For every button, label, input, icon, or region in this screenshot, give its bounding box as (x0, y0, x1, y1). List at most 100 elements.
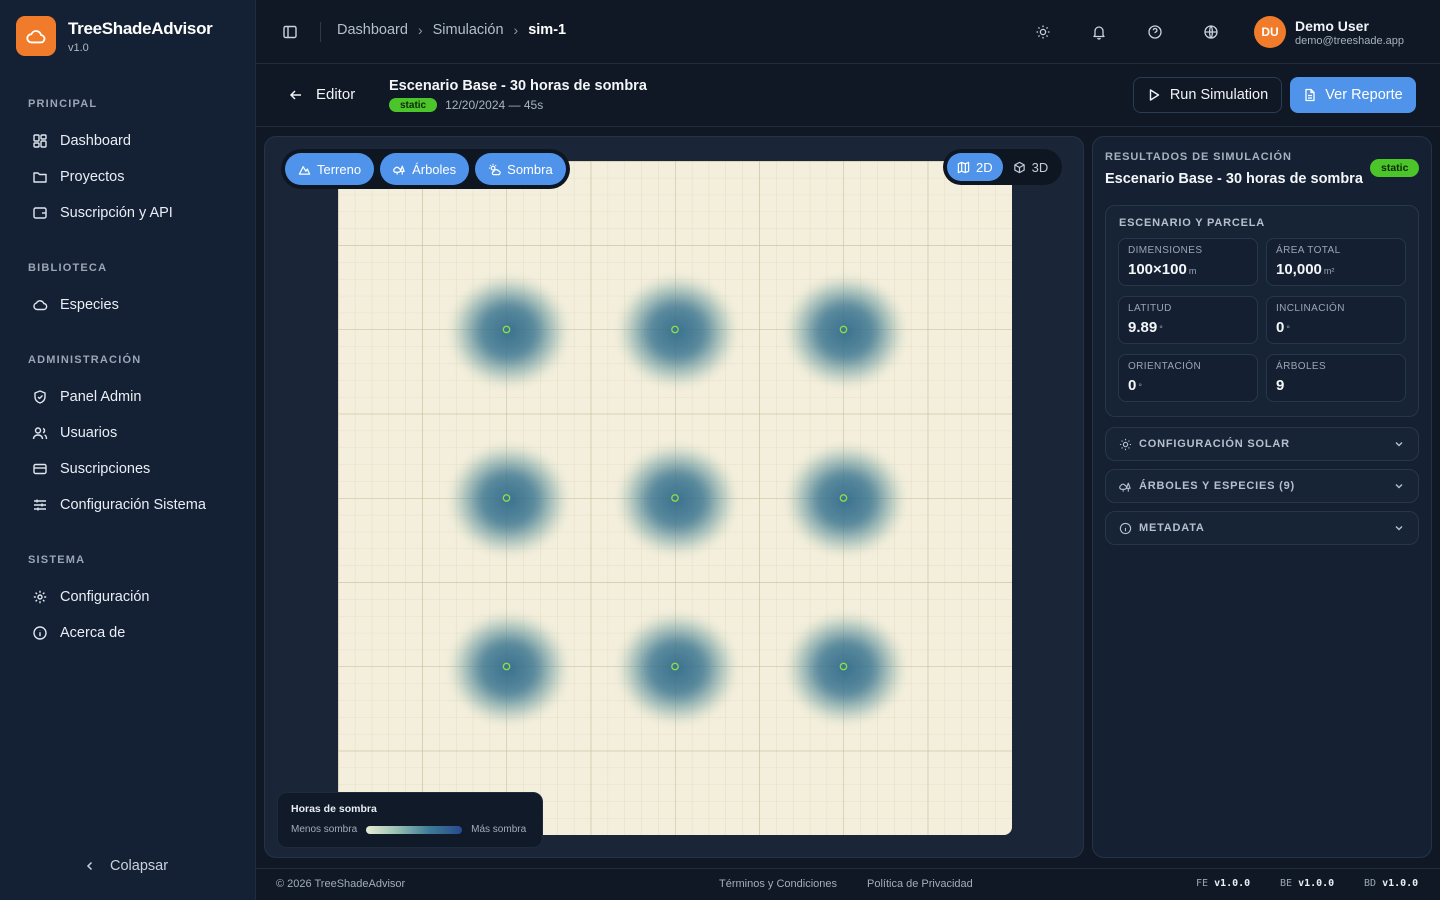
view-label: 2D (976, 159, 993, 175)
globe-icon[interactable] (1203, 24, 1219, 40)
breadcrumb: Dashboard › Simulación › sim-1 (337, 22, 566, 38)
sidebar-item-label: Configuración (60, 589, 150, 605)
stat-value: 100×100 (1128, 261, 1187, 278)
editor-bar: Editor Escenario Base - 30 horas de somb… (256, 64, 1440, 127)
sun-cloud-icon (489, 163, 501, 175)
version-value: v1.0.0 (1382, 878, 1419, 889)
layer-arboles-toggle[interactable]: Árboles (380, 153, 470, 185)
accordion-metadata[interactable]: METADATA (1105, 511, 1419, 545)
sidebar-item-label: Especies (60, 297, 119, 313)
view-3d-button[interactable]: 3D (1003, 153, 1059, 181)
chevron-down-icon (1395, 526, 1403, 531)
shade-legend: Horas de sombra Menos sombra Más sombra (277, 792, 543, 848)
footer: © 2026 TreeShadeAdvisor Términos y Condi… (256, 868, 1440, 900)
scenario-title: Escenario Base - 30 horas de sombra (389, 78, 647, 94)
sidebar-item-suscripcion-api[interactable]: Suscripción y API (0, 195, 256, 231)
stat-label: ÁRBOLES (1276, 361, 1327, 372)
version-be: BE v1.0.0 (1280, 878, 1334, 889)
sidebar-item-panel-admin[interactable]: Panel Admin (0, 379, 256, 415)
sliders-icon (34, 499, 46, 511)
footer-privacy-link[interactable]: Política de Privacidad (867, 878, 973, 890)
sidebar-item-label: Suscripciones (60, 461, 151, 477)
collapse-sidebar-button[interactable]: Colapsar (84, 858, 168, 874)
sun-icon (1119, 438, 1132, 450)
stat-orientacion: ORIENTACIÓN 0 ° (1118, 354, 1258, 402)
stat-unit: m (1188, 266, 1197, 276)
stat-label: ORIENTACIÓN (1128, 361, 1202, 372)
info-icon (1119, 522, 1132, 534)
info-icon (33, 626, 47, 640)
layer-label: Terreno (317, 161, 362, 177)
sidebar-item-proyectos[interactable]: Proyectos (0, 159, 256, 195)
view-report-label: Ver Reporte (1325, 87, 1403, 103)
breadcrumb-simulacion[interactable]: Simulación (433, 22, 504, 38)
folder-icon (33, 172, 47, 183)
users-icon (32, 427, 48, 440)
legend-max-label: Más sombra (471, 824, 527, 835)
sidebar-item-configuracion[interactable]: Configuración (0, 579, 256, 615)
breadcrumb-dashboard[interactable]: Dashboard (337, 22, 408, 38)
nav-section-biblioteca: BIBLIOTECA Especies (0, 262, 256, 323)
scenario-date-duration: 12/20/2024 — 45s (445, 98, 544, 112)
stat-value: 0 (1128, 377, 1137, 394)
layer-terreno-toggle[interactable]: Terreno (285, 153, 375, 185)
footer-copyright: © 2026 TreeShadeAdvisor (276, 878, 406, 890)
chevron-right-icon: › (417, 22, 423, 38)
user-menu[interactable]: DU Demo User demo@treeshade.app (1254, 16, 1404, 48)
run-simulation-button[interactable]: Run Simulation (1133, 77, 1282, 113)
sidebar-toggle-icon[interactable] (282, 24, 298, 40)
shade-map[interactable] (338, 161, 1012, 835)
layer-sombra-toggle[interactable]: Sombra (475, 153, 566, 185)
stat-latitud: LATITUD 9.89 ° (1118, 296, 1258, 344)
brand[interactable]: TreeShadeAdvisor v1.0 (16, 16, 213, 56)
view-mode-toggle: 2D 3D (943, 149, 1063, 185)
stat-dimensiones: DIMENSIONES 100×100 m (1118, 238, 1258, 286)
legend-gradient (366, 825, 463, 834)
sidebar-item-label: Acerca de (60, 625, 126, 641)
map-icon (957, 161, 970, 173)
brand-version: v1.0 (68, 41, 89, 54)
back-to-editor-button[interactable]: Editor (288, 86, 355, 103)
accordion-label: CONFIGURACIÓN SOLAR (1139, 438, 1290, 450)
sidebar-item-label: Dashboard (60, 133, 131, 149)
help-icon[interactable] (1147, 24, 1163, 40)
view-2d-button[interactable]: 2D (947, 153, 1003, 181)
version-value: v1.0.0 (1214, 878, 1251, 889)
collapse-label: Colapsar (110, 858, 169, 874)
legend-title: Horas de sombra (291, 803, 377, 815)
accordion-arboles-especies[interactable]: ÁRBOLES Y ESPECIES (9) (1105, 469, 1419, 503)
accordion-configuracion-solar[interactable]: CONFIGURACIÓN SOLAR (1105, 427, 1419, 461)
stat-unit: m² (1323, 266, 1335, 276)
nav-section-administracion: ADMINISTRACIÓN Panel Admin Usuarios Susc… (0, 354, 256, 523)
footer-terms-link[interactable]: Términos y Condiciones (719, 878, 837, 890)
stat-unit: ° (1159, 324, 1163, 334)
sun-icon[interactable] (1035, 24, 1051, 40)
run-simulation-label: Run Simulation (1169, 87, 1269, 103)
card-title: ESCENARIO Y PARCELA (1119, 217, 1266, 229)
sidebar-item-label: Usuarios (60, 425, 118, 441)
bell-icon[interactable] (1091, 24, 1107, 40)
sidebar-item-configuracion-sistema[interactable]: Configuración Sistema (0, 487, 256, 523)
layer-label: Sombra (507, 161, 553, 177)
sidebar-item-usuarios[interactable]: Usuarios (0, 415, 256, 451)
sidebar-item-acerca-de[interactable]: Acerca de (0, 615, 256, 651)
nav-section-sistema: SISTEMA Configuración Acerca de (0, 554, 256, 651)
nav-section-title: ADMINISTRACIÓN (28, 354, 142, 366)
sidebar-item-suscripciones[interactable]: Suscripciones (0, 451, 256, 487)
brand-logo-icon (16, 16, 56, 56)
back-label: Editor (316, 86, 356, 103)
stat-label: INCLINACIÓN (1276, 303, 1345, 314)
stat-label: ÁREA TOTAL (1276, 245, 1341, 256)
status-badge: static (389, 98, 438, 112)
avatar: DU (1254, 16, 1286, 48)
version-key: FE (1196, 878, 1209, 889)
shield-icon (34, 390, 46, 404)
stat-inclinacion: INCLINACIÓN 0 ° (1266, 296, 1406, 344)
scenario-plot-card: ESCENARIO Y PARCELA DIMENSIONES 100×100 m… (1105, 205, 1419, 417)
sidebar-item-dashboard[interactable]: Dashboard (0, 123, 256, 159)
view-label: 3D (1031, 159, 1049, 175)
view-report-button[interactable]: Ver Reporte (1290, 77, 1416, 113)
sidebar-item-especies[interactable]: Especies (0, 287, 256, 323)
top-bar: Dashboard › Simulación › sim-1 DU Demo U… (256, 0, 1440, 64)
stat-arboles: ÁRBOLES 9 (1266, 354, 1406, 402)
